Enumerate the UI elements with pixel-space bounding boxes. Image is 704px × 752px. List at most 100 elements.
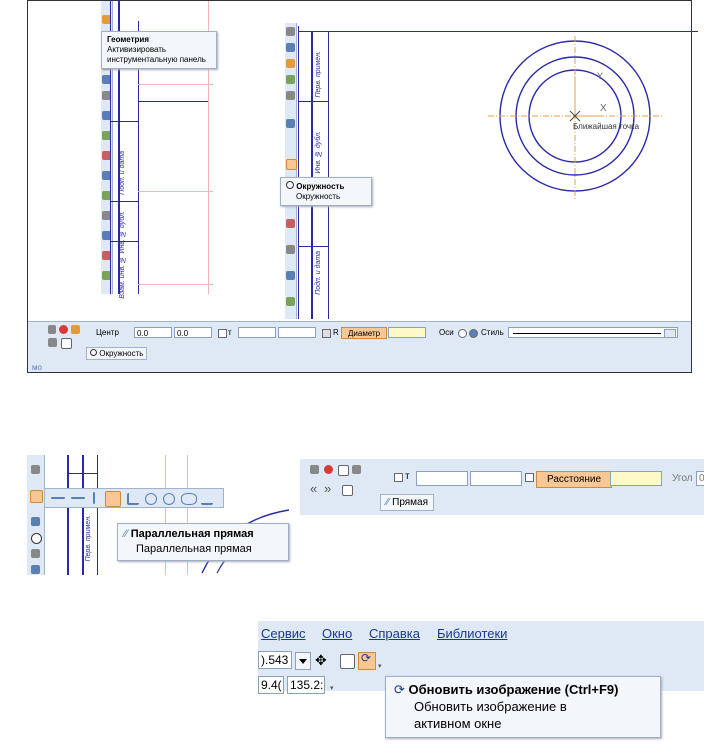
refresh-tooltip: ⟳ Обновить изображение (Ctrl+F9) Обновит… (385, 676, 661, 738)
pan-icon[interactable]: ✥ (315, 651, 327, 669)
parallel-line-icon[interactable] (30, 490, 43, 503)
stamp-first-use: Перв. примен. (85, 515, 92, 562)
angle-input[interactable]: 0.0 (696, 471, 704, 486)
tangent-line-icon[interactable] (145, 493, 157, 505)
stamp-inv: Инв. № дубл. (315, 131, 322, 174)
prev-object-icon[interactable]: « (310, 482, 317, 495)
angle-label: Угол (672, 473, 693, 484)
status-text: мо (32, 363, 42, 372)
center-x-input[interactable]: 0.0 (134, 327, 172, 338)
menu-help[interactable]: Справка (369, 624, 420, 644)
distance-label[interactable]: Расстояние (536, 471, 613, 488)
stop-icon[interactable] (59, 325, 68, 334)
diameter-input[interactable] (388, 327, 426, 338)
stamp-first-use: Перв. примен. (315, 51, 322, 98)
horizontal-line-icon[interactable] (71, 497, 85, 499)
scale-input[interactable]: ).543 (258, 651, 292, 669)
tool-icon[interactable] (286, 91, 295, 100)
tool-icon[interactable] (286, 271, 295, 280)
tooltip-line: Параллельная прямая (136, 543, 252, 555)
diameter-toggle[interactable] (322, 329, 331, 338)
tab-circle[interactable]: Окружность (86, 347, 148, 360)
scale-dropdown-icon[interactable] (295, 652, 311, 670)
tool-icon[interactable] (286, 245, 295, 254)
circle-tool-icon[interactable] (286, 159, 297, 170)
point-icon[interactable] (31, 465, 40, 474)
point-y-input[interactable] (278, 327, 316, 338)
stamp-sign: Подп. и дата (315, 251, 322, 295)
vertical-line-icon[interactable] (93, 492, 95, 504)
parallel-line-frame: Перв. примен. ⁄⁄ Параллельная прямая Пар… (27, 455, 292, 575)
left-toolbar (27, 455, 45, 575)
tangent-two-icon[interactable] (163, 493, 175, 505)
t-label: т (228, 328, 232, 337)
stamp-inv-dup: Инв. № дубл. (119, 211, 126, 254)
style-select[interactable] (508, 327, 678, 338)
r-label: R (333, 328, 339, 337)
kompas-workspace-frame: Подп. и дата Инв. № дубл. Взам. инв. № Г… (27, 0, 698, 373)
tool-icon[interactable] (286, 27, 295, 36)
distance-checkbox[interactable] (525, 473, 534, 482)
axes-label: Оси (439, 328, 454, 337)
stamp-sign-date: Подп. и дата (119, 151, 126, 195)
enter-icon[interactable] (310, 465, 319, 474)
toolbar-more-icon[interactable]: ▾ (378, 661, 382, 672)
tool-icon[interactable] (286, 119, 295, 128)
menu-libraries[interactable]: Библиотеки (437, 624, 507, 644)
center-y-input[interactable]: 0.0 (174, 327, 212, 338)
tooltip-title: Параллельная прямая (130, 528, 254, 540)
auto-icon[interactable] (71, 325, 80, 334)
ellipse-icon[interactable] (31, 565, 40, 574)
circle-tooltip-icon (286, 181, 294, 189)
tooltip-title: Геометрия (107, 35, 150, 44)
tool-icon[interactable] (286, 43, 295, 52)
line-2pt-icon[interactable] (51, 497, 65, 499)
dropdown-arrow-icon[interactable] (664, 329, 676, 338)
point-x-input[interactable] (416, 471, 468, 486)
axes-off-radio[interactable] (458, 329, 467, 338)
arc-icon[interactable] (31, 549, 40, 558)
tooltip-line: активном окне (414, 716, 502, 731)
tool-icon[interactable] (286, 75, 295, 84)
help-icon[interactable] (61, 338, 72, 349)
fixed-icon[interactable] (338, 465, 349, 476)
point-y-input[interactable] (470, 471, 522, 486)
perpendicular-line-icon[interactable] (127, 493, 139, 505)
menu-service[interactable]: Сервис (261, 624, 306, 644)
diameter-label[interactable]: Диаметр (341, 327, 388, 339)
axes-on-radio[interactable] (469, 329, 478, 338)
stamp-inv-repl: Взам. инв. № (119, 256, 126, 299)
enter-icon[interactable] (48, 325, 56, 334)
parallel-line-icon: ⁄⁄ (124, 528, 128, 540)
line-icon[interactable] (31, 517, 40, 526)
tool-icon[interactable] (286, 59, 295, 68)
angle-line-icon[interactable] (201, 493, 213, 505)
snapshot-icon[interactable] (352, 465, 361, 474)
stop-icon[interactable] (324, 465, 333, 474)
menu-window[interactable]: Окно (322, 624, 352, 644)
help-icon[interactable] (342, 485, 353, 496)
refresh-button[interactable]: ⟳ (358, 651, 376, 670)
point-checkbox[interactable] (218, 329, 227, 338)
bisector-icon[interactable] (181, 493, 197, 505)
coords-more-icon[interactable]: ▾ (330, 683, 334, 694)
parallel-line-active-icon[interactable] (105, 491, 121, 507)
circle-tab-icon (90, 349, 97, 356)
axis-y-label: Y (597, 71, 604, 81)
tab-line[interactable]: ⁄⁄ Прямая (380, 494, 435, 511)
tool-icon[interactable] (286, 219, 295, 228)
next-object-icon[interactable]: » (324, 482, 331, 495)
tooltip-line: Активизировать (107, 45, 167, 54)
tab-circle-label: Окружность (99, 349, 144, 358)
tool-icon[interactable] (286, 297, 295, 306)
center-label: Центр (96, 328, 119, 337)
snapshot-icon[interactable] (48, 338, 57, 347)
coord-x-input[interactable]: 9.4( (258, 676, 284, 694)
line-property-bar: « » т Расстояние Угол 0.0 ⁄⁄ Прямая (300, 459, 704, 515)
fit-page-icon[interactable] (340, 654, 355, 669)
distance-input[interactable] (610, 471, 662, 486)
coord-y-input[interactable]: 135.2: (287, 676, 325, 694)
point-checkbox[interactable] (394, 473, 403, 482)
circle-icon[interactable] (31, 533, 42, 544)
point-x-input[interactable] (238, 327, 276, 338)
